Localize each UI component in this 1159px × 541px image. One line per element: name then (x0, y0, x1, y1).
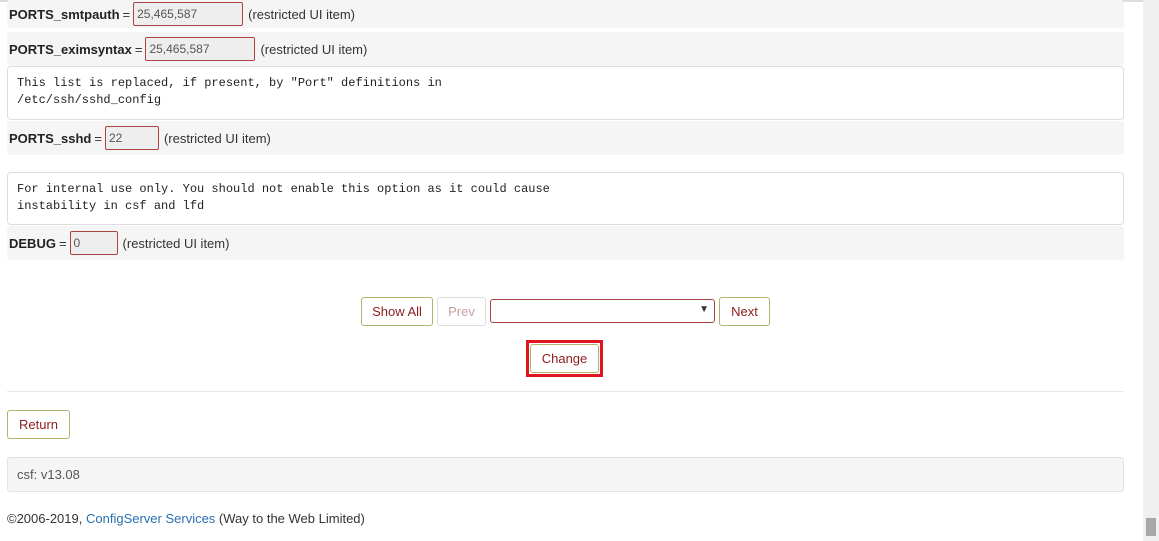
setting-value-field[interactable]: 25,465,587 (133, 2, 244, 26)
section-select[interactable]: ▼ (490, 299, 715, 323)
setting-key: PORTS_eximsyntax (9, 41, 132, 57)
configserver-link[interactable]: ConfigServer Services (86, 511, 215, 526)
show-all-button[interactable]: Show All (361, 297, 433, 326)
restricted-note: (restricted UI item) (163, 130, 271, 146)
equals-sign: = (58, 235, 67, 251)
prev-button[interactable]: Prev (437, 297, 486, 326)
setting-key: PORTS_smtpauth (9, 6, 120, 22)
setting-value-field[interactable]: 25,465,587 (145, 37, 256, 61)
setting-value-field[interactable]: 0 (69, 231, 118, 255)
scrollbar-thumb[interactable] (1146, 518, 1156, 536)
vertical-scrollbar[interactable] (1143, 0, 1159, 541)
setting-row-ports-smtpauth: PORTS_smtpauth = 25,465,587 (restricted … (7, 0, 1124, 28)
equals-sign: = (134, 41, 143, 57)
equals-sign: = (94, 130, 102, 146)
copyright-prefix: ©2006-2019, (7, 511, 86, 526)
next-button[interactable]: Next (719, 297, 770, 326)
return-button[interactable]: Return (7, 410, 70, 439)
version-text: csf: v13.08 (17, 467, 80, 482)
setting-row-ports-eximsyntax: PORTS_eximsyntax = 25,465,587 (restricte… (7, 32, 1124, 66)
dropdown-arrow-icon: ▼ (699, 304, 709, 315)
setting-value-field[interactable]: 22 (104, 126, 159, 150)
section-divider (7, 391, 1124, 392)
equals-sign: = (122, 6, 131, 22)
setting-row-debug: DEBUG = 0 (restricted UI item) (7, 226, 1124, 260)
page: PORTS_smtpauth = 25,465,587 (restricted … (0, 0, 1159, 541)
restricted-note: (restricted UI item) (260, 41, 368, 57)
restricted-note: (restricted UI item) (248, 6, 356, 22)
setting-row-ports-sshd: PORTS_sshd = 22 (restricted UI item) (7, 121, 1124, 155)
copyright: ©2006-2019, ConfigServer Services (Way t… (7, 511, 365, 526)
setting-key: DEBUG (9, 235, 56, 251)
setting-key: PORTS_sshd (9, 130, 92, 146)
setting-comment-sshd: This list is replaced, if present, by "P… (7, 66, 1124, 120)
change-button[interactable]: Change (530, 344, 599, 373)
version-bar: csf: v13.08 (7, 457, 1124, 492)
restricted-note: (restricted UI item) (122, 235, 230, 251)
copyright-suffix: (Way to the Web Limited) (215, 511, 365, 526)
setting-comment-debug: For internal use only. You should not en… (7, 172, 1124, 225)
